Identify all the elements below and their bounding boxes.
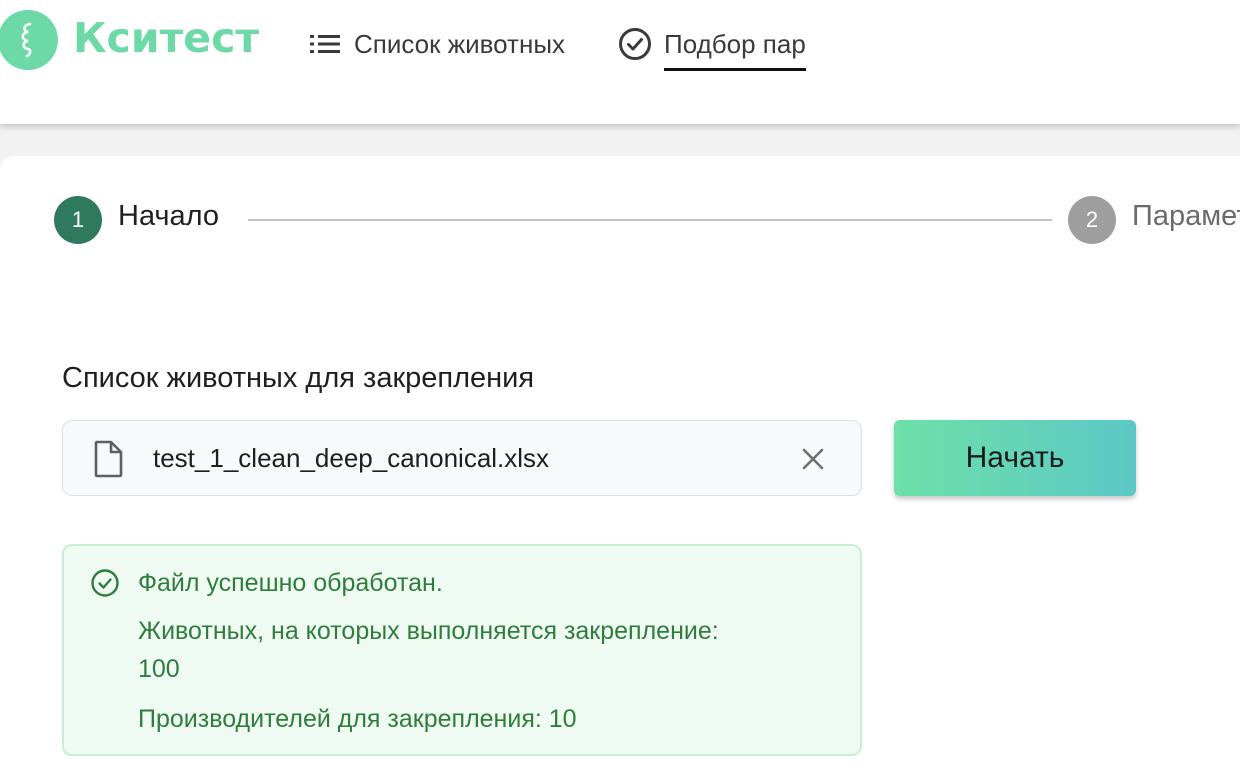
- file-upload-field[interactable]: test_1_clean_deep_canonical.xlsx: [62, 420, 862, 496]
- success-alert: Файл успешно обработан. Животных, на кот…: [62, 544, 862, 756]
- alert-producers: Производителей для закрепления: 10: [138, 705, 577, 733]
- file-name: test_1_clean_deep_canonical.xlsx: [153, 443, 550, 473]
- logo-icon[interactable]: [0, 10, 58, 70]
- alert-title: Файл успешно обработан.: [138, 569, 443, 597]
- alert-animals-value: 100: [138, 655, 180, 683]
- step-2-indicator[interactable]: 2: [1068, 196, 1116, 244]
- main-card: 1 Начало 2 Парамет Список животных для з…: [0, 156, 1240, 784]
- stepper-connector: [248, 219, 1052, 221]
- section-title: Список животных для закрепления: [62, 362, 535, 394]
- active-tab-underline: [664, 67, 806, 71]
- file-icon: [94, 440, 123, 478]
- top-header: Кситест Список животных Подбор пар: [0, 0, 1240, 124]
- nav-pair-selection[interactable]: Подбор пар: [618, 24, 806, 71]
- nav-animals-label: Список животных: [354, 28, 566, 59]
- close-icon[interactable]: [799, 445, 827, 473]
- nav-animals-list[interactable]: Список животных: [308, 24, 565, 64]
- list-icon: [310, 35, 340, 53]
- step-2-label[interactable]: Парамет: [1132, 200, 1240, 233]
- check-circle-icon: [619, 28, 651, 60]
- app-logo-text[interactable]: Кситест: [73, 14, 259, 62]
- step-1-indicator[interactable]: 1: [54, 196, 102, 244]
- check-circle-icon: [91, 569, 119, 597]
- alert-animals-label: Животных, на которых выполняется закрепл…: [138, 617, 719, 645]
- nav-pairs-label: Подбор пар: [664, 29, 806, 71]
- step-1-label[interactable]: Начало: [118, 200, 219, 233]
- start-button[interactable]: Начать: [894, 420, 1136, 496]
